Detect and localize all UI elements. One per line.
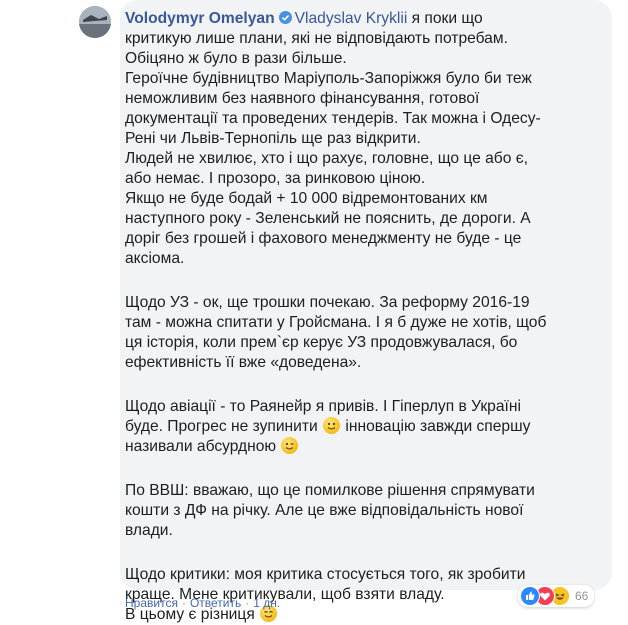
- comment-text-line: влади.: [125, 522, 173, 539]
- comment-text-line: Щодо УЗ - ок, ще трошки почекаю. За рефо…: [125, 294, 530, 311]
- comment-text-line: кошти з ДФ на річку. Але це вже відповід…: [125, 502, 524, 519]
- comment-text-line: там - можна спитати у Гройсмана. І я б д…: [125, 314, 547, 331]
- slightly-smiling-emoji-icon: [323, 417, 341, 434]
- mention-link[interactable]: Vladyslav Kryklii: [295, 10, 408, 27]
- comment-text-line: ефективність її вже «доведена».: [125, 354, 362, 371]
- comment-text-line: Якщо не буде бодай + 10 000 відремонтова…: [125, 190, 488, 207]
- comment-text-line: буде. Прогрес не зупинити інновацію завж…: [125, 417, 612, 437]
- winking-emoji-icon: [281, 437, 299, 454]
- comment-text-line: ця історія, коли прем`єр керує УЗ продов…: [125, 334, 518, 351]
- verified-badge-icon: [278, 11, 292, 24]
- comment-text: я поки що: [407, 10, 483, 27]
- comment-text-line: називали абсурдною: [125, 437, 612, 457]
- separator: ·: [181, 596, 186, 610]
- reply-button[interactable]: Ответить: [190, 596, 241, 610]
- comment-author[interactable]: Volodymyr Omelyan: [125, 10, 275, 27]
- avatar[interactable]: [79, 6, 111, 38]
- comment-text: буде. Прогрес не зупинити: [125, 418, 318, 435]
- timestamp-link[interactable]: 1 дн.: [253, 596, 280, 610]
- comment-text-line: Обіцяно ж було в рази більше.: [125, 50, 347, 67]
- reaction-count: 66: [575, 589, 589, 603]
- comment-text-line: наступного року - Зеленський не пояснить…: [125, 210, 531, 227]
- like-button[interactable]: Нравится: [125, 596, 178, 610]
- comment-text: інновацію завжди спершу: [341, 418, 531, 435]
- comment-text-line: документації та проведених тендерів. Так…: [125, 110, 541, 127]
- separator: ·: [245, 596, 250, 610]
- comment-actions: Нравится · Ответить · 1 дн.: [125, 596, 280, 610]
- comment-text-line: аксіома.: [125, 250, 185, 267]
- comment-text-line: неможливим без наявного фінансування, го…: [125, 90, 480, 107]
- comment-text-line: Рені чи Львів-Тернопіль ще раз відкрити.: [125, 130, 421, 147]
- comment-text-line: По ВВШ: вважаю, що це помилкове рішення …: [125, 482, 535, 499]
- comment-text-line: Героїчне будівництво Маріуполь-Запоріжжя…: [125, 70, 532, 87]
- like-icon: [520, 586, 540, 606]
- comment-text-line: Щодо критики: моя критика стосується тог…: [125, 566, 526, 583]
- comment-text-line: критикую лише плани, які не відповідають…: [125, 30, 508, 47]
- comment-bubble: Volodymyr Omelyan Vladyslav Kryklii я пок…: [120, 0, 612, 623]
- comment-text-line: Людей не хвилює, хто і що рахує, головне…: [125, 150, 529, 167]
- reactions-summary[interactable]: 66: [518, 585, 595, 607]
- comment-text: називали абсурдною: [125, 438, 277, 455]
- comment-text-line: або немає. І прозоро, за ринковою ціною.: [125, 170, 426, 187]
- comment-text-line: доріг без грошей і фахового менеджменту …: [125, 230, 522, 247]
- comment-text-line: Щодо авіації - то Раянейр я привів. І Гі…: [125, 398, 521, 415]
